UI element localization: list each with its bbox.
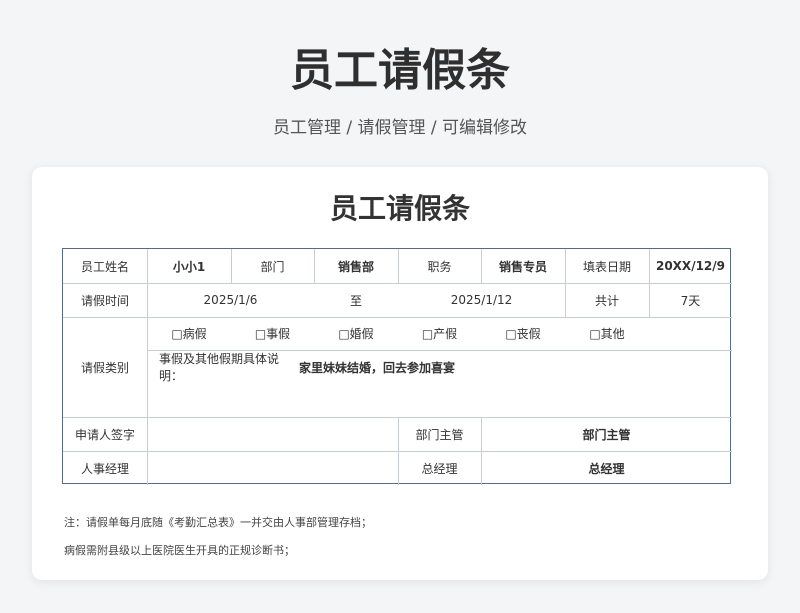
leave-form-table: 员工姓名 小小1 部门 销售部 职务 销售专员 填表日期 20XX/12/9 请… [62, 248, 732, 485]
label-position: 职务 [427, 259, 452, 274]
leave-form-card: 员工请假条 员工姓名 小小1 部门 销售部 职务 销售专员 填表日期 20XX/… [32, 167, 768, 580]
label-applicant: 申请人签字 [74, 427, 135, 442]
label-to: 至 [349, 293, 362, 308]
page-title: 员工请假条 [290, 45, 510, 96]
type-personal[interactable]: □事假 [231, 317, 314, 350]
field-gm[interactable]: 总经理 [481, 451, 732, 485]
label-total: 共计 [594, 293, 619, 308]
label-dept: 部门 [260, 259, 285, 274]
field-hr-signature[interactable] [147, 451, 398, 485]
field-applicant-signature[interactable] [147, 417, 398, 451]
type-maternity[interactable]: □产假 [398, 317, 481, 350]
field-manager[interactable]: 部门主管 [481, 417, 732, 451]
form-title: 员工请假条 [329, 192, 470, 225]
field-days[interactable]: 7天 [649, 283, 732, 317]
label-hr: 人事经理 [80, 461, 129, 476]
label-manager: 部门主管 [415, 427, 464, 442]
field-start-date[interactable]: 2025/1/6 [147, 283, 314, 317]
type-marriage[interactable]: □婚假 [314, 317, 398, 350]
field-dept[interactable]: 销售部 [314, 249, 398, 283]
field-description[interactable]: 家里妹妹结婚，回去参加喜宴 [299, 350, 599, 384]
type-sick[interactable]: □病假 [147, 317, 231, 350]
breadcrumb: 员工管理 / 请假管理 / 可编辑修改 [272, 118, 528, 138]
label-type: 请假类别 [80, 360, 129, 375]
note-2: 病假需附县级以上医院医生开具的正规诊断书； [64, 544, 295, 557]
field-position[interactable]: 销售专员 [481, 249, 565, 283]
note-1: 注：请假单每月底随《考勤汇总表》一并交由人事部管理存档； [64, 516, 372, 529]
label-name: 员工姓名 [80, 259, 129, 274]
label-fill-date: 填表日期 [582, 259, 631, 274]
field-end-date[interactable]: 2025/1/12 [398, 283, 565, 317]
label-period: 请假时间 [80, 293, 129, 308]
type-other[interactable]: □其他 [565, 317, 649, 350]
type-bereavement[interactable]: □丧假 [481, 317, 565, 350]
label-description: 事假及其他假期具体说明： [159, 352, 280, 383]
field-name[interactable]: 小小1 [147, 249, 231, 283]
label-gm: 总经理 [421, 461, 458, 476]
field-fill-date[interactable]: 20XX/12/9 [649, 249, 732, 283]
